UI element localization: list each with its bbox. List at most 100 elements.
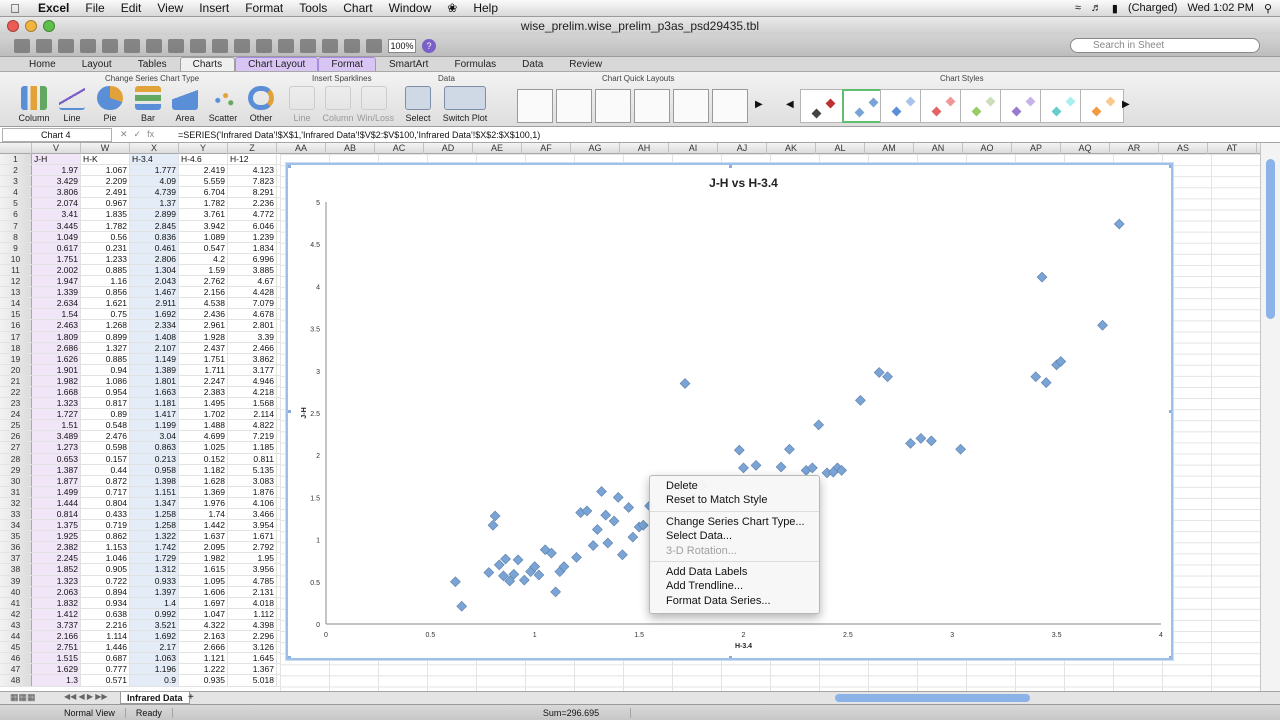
cut-icon[interactable] — [124, 38, 140, 53]
data-cell[interactable]: 0.719 — [81, 520, 130, 531]
data-cell[interactable]: 1.199 — [130, 420, 179, 431]
data-cell[interactable]: 2.209 — [81, 176, 130, 187]
script-menu-icon[interactable]: ❀ — [439, 1, 465, 15]
data-cell[interactable]: 3.489 — [32, 431, 81, 442]
data-cell[interactable]: 2.095 — [179, 542, 228, 553]
data-point[interactable] — [855, 394, 866, 406]
data-cell[interactable]: 1.645 — [228, 653, 277, 664]
row-number[interactable]: 42 — [0, 608, 32, 619]
sheet-nav-arrows-icon[interactable]: ◀◀ ◀ ▶ ▶▶ — [64, 692, 108, 701]
resize-handle[interactable] — [729, 656, 732, 658]
data-cell[interactable]: 4.428 — [228, 287, 277, 298]
data-cell[interactable]: 1.982 — [179, 553, 228, 564]
chart-style-8[interactable] — [1080, 89, 1124, 123]
formula-input[interactable]: =SERIES('Infrared Data'!$X$1,'Infrared D… — [174, 130, 540, 140]
bar-chart-button[interactable]: Bar — [131, 86, 165, 123]
column-header-ae[interactable]: AE — [473, 143, 522, 154]
quick-layout-4[interactable] — [634, 89, 670, 123]
data-point[interactable] — [450, 576, 461, 588]
data-cell[interactable]: 1.495 — [179, 398, 228, 409]
scatter-chart-button[interactable]: Scatter — [206, 86, 240, 123]
header-cell[interactable]: H-K — [81, 154, 130, 165]
column-chart-button[interactable]: Column — [17, 86, 51, 123]
data-point[interactable] — [679, 378, 691, 389]
row-number[interactable]: 14 — [0, 298, 32, 309]
minimize-window-button[interactable] — [25, 20, 37, 32]
data-cell[interactable]: 0.44 — [81, 464, 130, 475]
redo-icon[interactable] — [234, 38, 250, 53]
column-header-ao[interactable]: AO — [963, 143, 1012, 154]
data-cell[interactable]: 1.025 — [179, 442, 228, 453]
data-cell[interactable]: 3.806 — [32, 187, 81, 198]
row-number[interactable]: 27 — [0, 442, 32, 453]
data-cell[interactable]: 5.018 — [228, 675, 277, 686]
data-cell[interactable]: 1.751 — [179, 353, 228, 364]
function-icon[interactable] — [322, 38, 338, 53]
data-cell[interactable]: 1.222 — [179, 664, 228, 675]
row-number[interactable]: 26 — [0, 431, 32, 442]
chart-style-6[interactable] — [1000, 89, 1044, 123]
data-cell[interactable]: 1.273 — [32, 442, 81, 453]
view-buttons-icon[interactable]: ▦▦▦ — [10, 692, 36, 703]
gallery-icon[interactable] — [344, 38, 360, 53]
resize-handle[interactable] — [729, 165, 732, 168]
row-number[interactable]: 2 — [0, 165, 32, 176]
row-number[interactable]: 9 — [0, 242, 32, 253]
data-cell[interactable]: 1.389 — [130, 364, 179, 375]
clock[interactable]: Wed 1:02 PM — [1187, 2, 1253, 14]
data-point[interactable] — [596, 486, 607, 497]
data-cell[interactable]: 8.291 — [228, 187, 277, 198]
data-cell[interactable]: 0.958 — [130, 464, 179, 475]
row-number[interactable]: 4 — [0, 187, 32, 198]
data-cell[interactable]: 1.347 — [130, 497, 179, 508]
data-cell[interactable]: 2.491 — [81, 187, 130, 198]
row-number[interactable]: 13 — [0, 287, 32, 298]
column-header-v[interactable]: V — [32, 143, 81, 154]
row-number[interactable]: 23 — [0, 398, 32, 409]
resize-handle[interactable] — [288, 165, 291, 168]
filter-icon[interactable] — [300, 38, 316, 53]
data-cell[interactable]: 1.809 — [32, 331, 81, 342]
data-cell[interactable]: 0.777 — [81, 664, 130, 675]
header-cell[interactable]: H-4.6 — [179, 154, 228, 165]
resize-handle[interactable] — [1169, 165, 1171, 168]
data-cell[interactable]: 2.463 — [32, 320, 81, 331]
data-cell[interactable]: 1.196 — [130, 664, 179, 675]
data-cell[interactable]: 1.112 — [228, 608, 277, 619]
toolbox-icon[interactable] — [366, 38, 382, 53]
spotlight-icon[interactable]: ⚲ — [1264, 2, 1272, 15]
data-cell[interactable]: 3.41 — [32, 209, 81, 220]
data-cell[interactable]: 1.369 — [179, 486, 228, 497]
data-cell[interactable]: 1.398 — [130, 475, 179, 486]
data-cell[interactable]: 1.067 — [81, 165, 130, 176]
data-point[interactable] — [882, 371, 893, 383]
data-cell[interactable]: 0.934 — [81, 597, 130, 608]
menu-insert[interactable]: Insert — [191, 1, 237, 15]
data-cell[interactable]: 1.151 — [130, 486, 179, 497]
data-cell[interactable]: 2.236 — [228, 198, 277, 209]
data-cell[interactable]: 1.258 — [130, 509, 179, 520]
data-point[interactable] — [627, 531, 639, 543]
data-cell[interactable]: 1.37 — [130, 198, 179, 209]
menu-file[interactable]: File — [77, 1, 112, 15]
data-cell[interactable]: 0.687 — [81, 653, 130, 664]
data-point[interactable] — [602, 537, 614, 549]
data-cell[interactable]: 2.751 — [32, 642, 81, 653]
data-cell[interactable]: 0.992 — [130, 608, 179, 619]
data-cell[interactable]: 1.928 — [179, 331, 228, 342]
data-cell[interactable]: 1.777 — [130, 165, 179, 176]
data-cell[interactable]: 1.442 — [179, 520, 228, 531]
data-cell[interactable]: 6.704 — [179, 187, 228, 198]
other-chart-button[interactable]: Other — [244, 86, 278, 123]
data-cell[interactable]: 1.925 — [32, 531, 81, 542]
row-number[interactable]: 24 — [0, 409, 32, 420]
data-cell[interactable]: 1.367 — [228, 664, 277, 675]
data-point[interactable] — [617, 549, 628, 561]
data-cell[interactable]: 1.697 — [179, 597, 228, 608]
data-cell[interactable]: 1.852 — [32, 564, 81, 575]
header-cell[interactable]: H-12 — [228, 154, 277, 165]
data-point[interactable] — [487, 519, 499, 531]
templates-icon[interactable] — [36, 38, 52, 53]
data-cell[interactable]: 1.408 — [130, 331, 179, 342]
menu-format[interactable]: Format — [237, 1, 291, 15]
